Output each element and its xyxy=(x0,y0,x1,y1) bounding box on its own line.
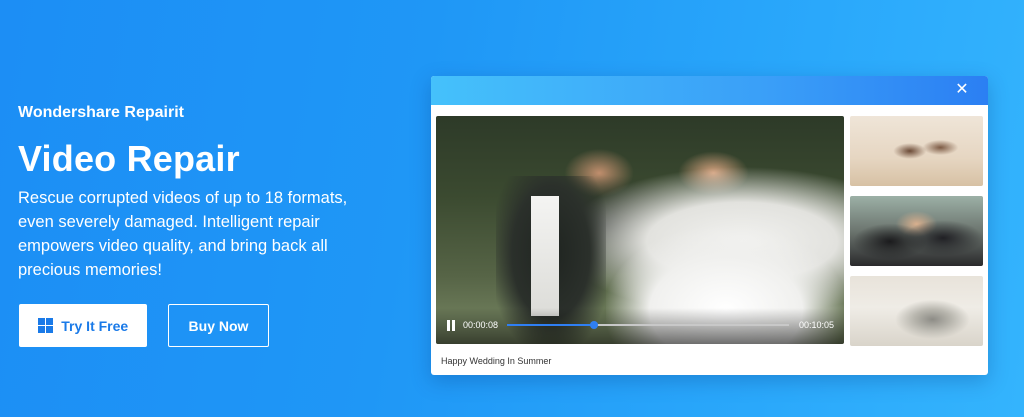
player-header: ✕ xyxy=(431,76,988,105)
buy-now-label: Buy Now xyxy=(188,317,249,334)
try-it-free-button[interactable]: Try It Free xyxy=(19,304,147,347)
current-time: 00:00:08 xyxy=(463,320,499,330)
windows-icon xyxy=(37,317,54,334)
main-video[interactable]: 00:00:08 00:10:05 xyxy=(436,116,844,344)
brand-name: Wondershare Repairit xyxy=(18,104,184,121)
graduation-thumbnail[interactable] xyxy=(850,196,983,266)
video-controls: 00:00:08 00:10:05 xyxy=(436,308,844,344)
progress-handle[interactable] xyxy=(590,321,599,329)
page-title: Video Repair xyxy=(18,138,240,179)
progress-bar[interactable] xyxy=(507,321,789,329)
groom-shirt xyxy=(531,196,559,316)
close-icon[interactable]: ✕ xyxy=(954,82,970,98)
cat-on-bed-thumbnail[interactable] xyxy=(850,276,983,346)
try-it-free-label: Try It Free xyxy=(61,317,129,334)
family-celebration-thumbnail[interactable] xyxy=(850,116,983,186)
video-caption: Happy Wedding In Summer xyxy=(441,356,552,366)
progress-fill xyxy=(507,324,595,326)
total-time: 00:10:05 xyxy=(798,320,834,330)
buy-now-button[interactable]: Buy Now xyxy=(168,304,269,347)
pause-icon[interactable] xyxy=(446,320,456,331)
video-player-window: ✕ 00:00:08 00:10:05 Happy Wedding In Sum… xyxy=(431,76,988,375)
hero-description: Rescue corrupted videos of up to 18 form… xyxy=(18,189,348,279)
